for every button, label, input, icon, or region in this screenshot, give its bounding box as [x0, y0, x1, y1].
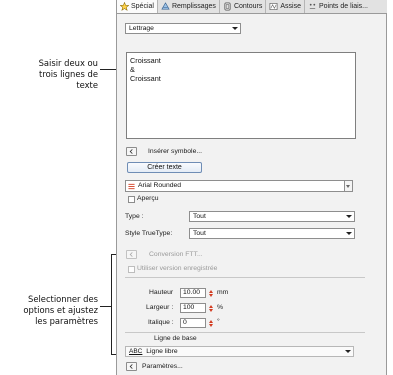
italic-value: 0	[183, 319, 187, 326]
parameters-button[interactable]	[126, 362, 137, 371]
arrow-up-icon	[208, 304, 213, 308]
fill-icon	[161, 2, 170, 10]
create-text-button[interactable]: Créer texte	[127, 162, 202, 173]
italic-label: Italique :	[148, 319, 174, 326]
tab-bar: Spécial Remplissages Contours Assise Poi…	[117, 0, 387, 14]
italic-stepper[interactable]	[207, 318, 214, 328]
chevron-left-icon	[129, 149, 133, 154]
object-type-value: Lettrage	[129, 25, 154, 32]
insert-symbol-label: Insérer symbole...	[148, 148, 203, 155]
height-label: Hauteur	[149, 289, 174, 296]
tab-label: Assise	[280, 3, 301, 10]
font-dropdown[interactable]: Arial Rounded	[125, 180, 351, 192]
baseline-dropdown[interactable]: ABC Ligne libre	[125, 346, 354, 357]
tab-fills[interactable]: Remplissages	[158, 0, 220, 13]
callout-line: texte	[76, 80, 98, 90]
ftt-conversion-button[interactable]	[126, 250, 137, 259]
chevron-left-icon	[129, 364, 133, 369]
ftt-conversion-label: Conversion FTT...	[149, 251, 203, 258]
tab-label: Spécial	[131, 3, 154, 10]
lettering-text-input[interactable]: Croissant & Croissant	[126, 52, 356, 139]
chevron-down-icon	[232, 27, 238, 30]
type-label: Type :	[125, 213, 144, 220]
chevron-down-icon	[346, 215, 352, 218]
height-value: 10.00	[183, 289, 201, 296]
saved-version-label: Utiliser version enregistrée	[137, 265, 218, 272]
callout-line: Saisir deux ou	[38, 58, 98, 68]
italic-input[interactable]: 0	[180, 318, 206, 328]
chevron-left-icon	[129, 252, 133, 257]
underlay-icon	[269, 3, 278, 10]
font-dropdown-button[interactable]	[344, 180, 353, 192]
truetype-style-dropdown[interactable]: Tout	[189, 228, 355, 239]
baseline-value: Ligne libre	[146, 348, 178, 355]
baseline-icon: ABC	[129, 348, 143, 355]
italic-unit: °	[217, 318, 220, 325]
callout-line: trois lignes de	[39, 69, 98, 79]
tab-label: Contours	[233, 3, 263, 10]
arrow-down-icon	[208, 308, 213, 312]
height-input[interactable]: 10.00	[180, 288, 206, 298]
divider	[125, 277, 365, 278]
preview-label: Aperçu	[137, 195, 159, 202]
callout-options: Selectionner des options et ajustez les …	[0, 294, 98, 327]
callout-line: Selectionner des	[28, 294, 98, 304]
font-icon	[128, 183, 135, 190]
width-input[interactable]: 100	[180, 303, 206, 313]
callout-text-entry: Saisir deux ou trois lignes de texte	[0, 58, 98, 91]
saved-version-checkbox[interactable]	[128, 266, 135, 273]
tab-tie-points[interactable]: Points de liais...	[305, 0, 371, 13]
preview-checkbox[interactable]	[128, 196, 135, 203]
callout-pointer-line	[100, 306, 111, 307]
tab-outlines[interactable]: Contours	[220, 0, 267, 13]
width-label: Largeur :	[146, 304, 174, 311]
tab-underlay[interactable]: Assise	[266, 0, 305, 13]
callout-line: les paramètres	[35, 316, 98, 326]
type-value: Tout	[193, 213, 206, 220]
arrow-down-icon	[208, 293, 213, 297]
create-text-label: Créer texte	[147, 164, 182, 171]
text-line: Croissant	[130, 56, 161, 65]
insert-symbol-button[interactable]	[126, 147, 137, 156]
width-value: 100	[183, 304, 195, 311]
arrow-up-icon	[208, 319, 213, 323]
type-dropdown[interactable]: Tout	[189, 211, 355, 222]
truetype-style-value: Tout	[193, 230, 206, 237]
divider	[125, 332, 365, 333]
tie-points-icon	[309, 3, 316, 9]
text-line: &	[130, 65, 135, 74]
lettering-properties-panel: Spécial Remplissages Contours Assise Poi…	[116, 0, 387, 375]
truetype-style-label: Style TrueType:	[125, 230, 173, 237]
text-line: Croissant	[130, 74, 161, 83]
font-name: Arial Rounded	[138, 182, 182, 189]
width-unit: %	[217, 304, 224, 311]
arrow-down-icon	[208, 323, 213, 327]
tab-special[interactable]: Spécial	[117, 0, 158, 13]
parameters-label: Paramètres...	[142, 363, 183, 370]
tab-label: Points de liais...	[318, 3, 368, 10]
baseline-label: Ligne de base	[154, 335, 197, 342]
chevron-down-icon	[346, 232, 352, 235]
star-icon	[120, 2, 129, 11]
height-unit: mm	[217, 289, 229, 296]
outline-icon	[224, 2, 231, 11]
callout-line: options et ajustez	[23, 305, 98, 315]
height-stepper[interactable]	[207, 288, 214, 298]
object-type-dropdown[interactable]: Lettrage	[125, 23, 241, 34]
arrow-up-icon	[208, 289, 213, 293]
width-stepper[interactable]	[207, 303, 214, 313]
chevron-down-icon	[346, 185, 350, 188]
tab-label: Remplissages	[171, 3, 216, 10]
chevron-down-icon	[345, 350, 351, 353]
